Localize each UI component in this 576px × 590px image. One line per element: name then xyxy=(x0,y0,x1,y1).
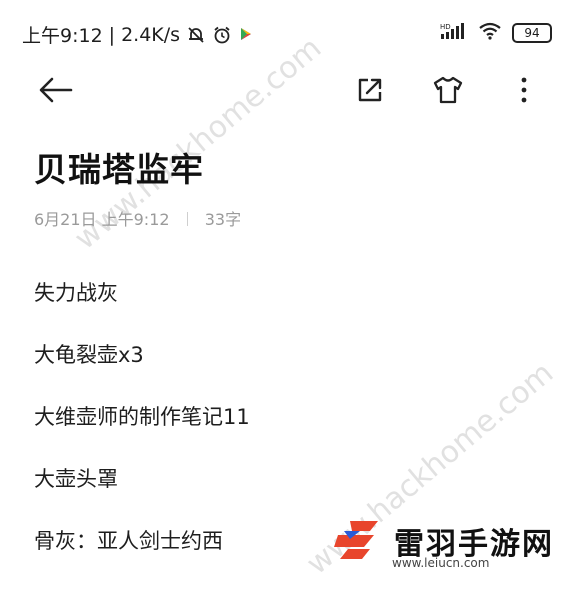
note-line[interactable]: 大维壶师的制作笔记11 xyxy=(34,404,250,466)
status-right: HD 94 xyxy=(440,22,552,44)
theme-button[interactable] xyxy=(426,70,470,114)
alarm-icon xyxy=(212,25,232,45)
share-button[interactable] xyxy=(348,70,392,114)
meta-divider xyxy=(186,212,188,226)
theme-shirt-icon xyxy=(432,75,464,109)
note-line[interactable]: 骨灰：亚人剑士约西 xyxy=(34,528,250,590)
mute-bell-icon xyxy=(186,25,206,45)
hd-signal-icon: HD xyxy=(440,22,468,44)
note-date: 6月21日 上午9:12 xyxy=(34,210,170,229)
note-line[interactable]: 大龟裂壶x3 xyxy=(34,342,250,404)
back-button[interactable] xyxy=(34,70,78,114)
battery-icon: 94 xyxy=(512,23,552,43)
share-icon xyxy=(355,75,385,109)
status-separator: | xyxy=(108,23,116,46)
play-store-icon xyxy=(238,25,258,45)
logo-url: www.leiucn.com xyxy=(392,556,490,570)
note-title[interactable]: 贝瑞塔监牢 xyxy=(34,143,204,191)
more-vertical-icon xyxy=(519,75,529,109)
note-line[interactable]: 大壶头罩 xyxy=(34,466,250,528)
note-meta: 6月21日 上午9:12 33字 xyxy=(34,206,241,230)
toolbar xyxy=(0,70,576,116)
more-button[interactable] xyxy=(502,70,546,114)
status-time: 上午9:12 xyxy=(22,25,103,47)
svg-text:HD: HD xyxy=(440,23,451,31)
wifi-icon xyxy=(478,22,502,44)
status-left: 上午9:12 | 2.4K/s xyxy=(22,21,258,48)
back-arrow-icon xyxy=(38,75,74,109)
status-bar: 上午9:12 | 2.4K/s HD 94 xyxy=(0,0,576,64)
note-line[interactable]: 失力战灰 xyxy=(34,280,250,342)
network-speed: 2.4K/s xyxy=(121,23,181,46)
logo-mark-icon xyxy=(330,517,386,565)
note-body[interactable]: 失力战灰 大龟裂壶x3 大维壶师的制作笔记11 大壶头罩 骨灰：亚人剑士约西 xyxy=(34,280,250,590)
note-char-count: 33字 xyxy=(204,210,242,229)
